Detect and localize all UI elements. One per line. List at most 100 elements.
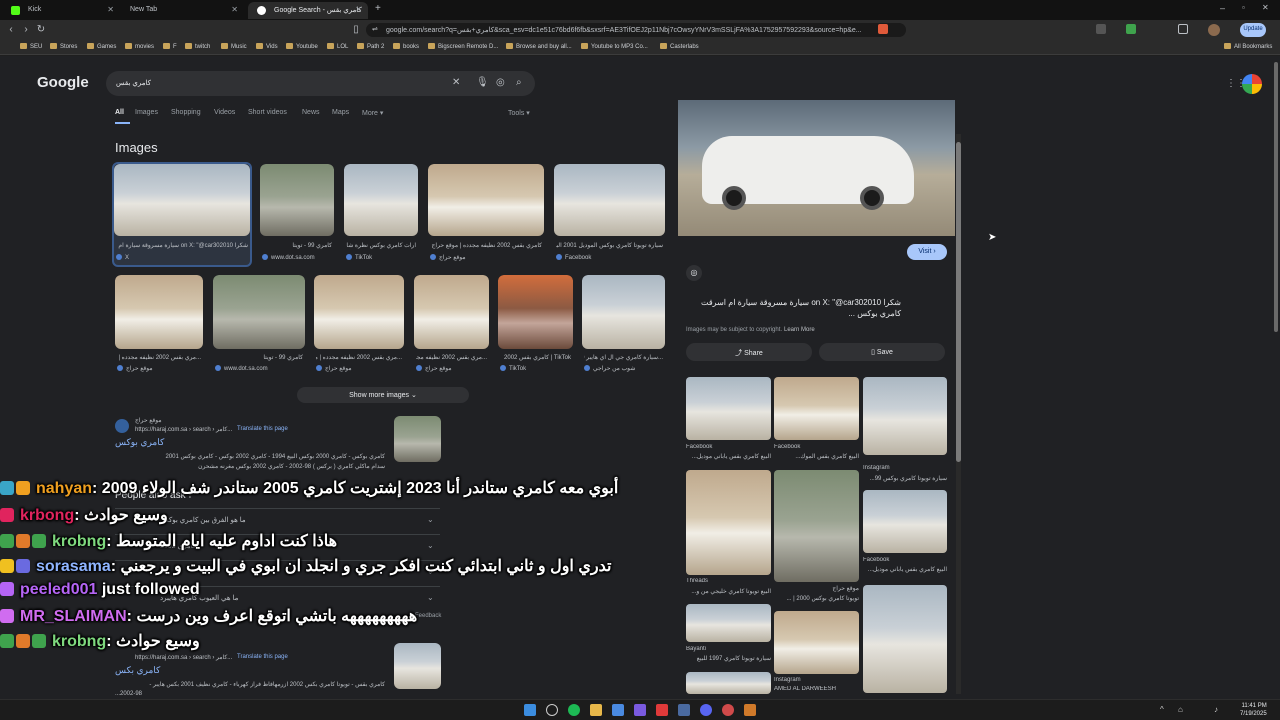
- bookmark-games[interactable]: Games: [87, 43, 116, 50]
- account-avatar[interactable]: [1242, 74, 1262, 94]
- steam-icon[interactable]: [678, 704, 690, 716]
- related-image[interactable]: [686, 377, 771, 440]
- show-more-images-button[interactable]: Show more images ⌄: [297, 387, 469, 403]
- bookmark-browse[interactable]: Browse and buy all...: [506, 43, 572, 50]
- panel-scrollbar[interactable]: [956, 134, 961, 694]
- lens-icon[interactable]: ◎: [496, 77, 505, 88]
- bookmark-seu[interactable]: SEU: [20, 43, 42, 50]
- spotify-icon[interactable]: [568, 704, 580, 716]
- related-image[interactable]: [686, 672, 771, 694]
- chevron-up-icon[interactable]: ^: [1160, 705, 1164, 714]
- close-icon[interactable]: ✕: [231, 5, 238, 14]
- result-thumbnail[interactable]: [394, 416, 441, 462]
- result-url[interactable]: https://haraj.com.sa › search › كامر...: [135, 654, 232, 661]
- close-icon[interactable]: ✕: [355, 5, 362, 14]
- bookmark-casterlabs[interactable]: Casterlabs: [660, 43, 699, 50]
- image-result[interactable]: كامري بقس 2002 نظيفه مجدده | موقع حراج م…: [428, 164, 544, 267]
- related-image[interactable]: [863, 490, 947, 553]
- forward-icon[interactable]: ›: [20, 24, 32, 35]
- extension-icon[interactable]: [1096, 24, 1106, 34]
- lens-icon[interactable]: ◎: [686, 265, 702, 281]
- extension-icon[interactable]: [878, 24, 888, 34]
- extension-icon[interactable]: [1126, 24, 1136, 34]
- network-icon[interactable]: ⌂: [1178, 705, 1183, 714]
- visit-button[interactable]: Visit ›: [907, 244, 947, 260]
- result-title[interactable]: كامري بكس: [115, 665, 160, 676]
- tab-videos[interactable]: Videos: [214, 109, 235, 116]
- app-icon[interactable]: [612, 704, 624, 716]
- related-image[interactable]: [774, 611, 859, 674]
- chevron-down-icon[interactable]: ⌄: [427, 593, 434, 602]
- file-explorer-icon[interactable]: [590, 704, 602, 716]
- volume-icon[interactable]: ♪: [1214, 705, 1218, 714]
- scroll-thumb[interactable]: [1274, 62, 1278, 332]
- page-scrollbar[interactable]: [1273, 56, 1279, 699]
- clock[interactable]: 11:41 PM 7/19/2025: [1240, 702, 1267, 718]
- tab-maps[interactable]: Maps: [332, 109, 349, 116]
- app-icon[interactable]: [722, 704, 734, 716]
- update-button[interactable]: Update: [1240, 23, 1266, 37]
- tab-more[interactable]: More ▾: [362, 109, 383, 117]
- feedback-link[interactable]: Feedback: [415, 613, 441, 619]
- paa-question[interactable]: ما هو الفرق بين كامري بوكس: [160, 516, 246, 524]
- bookmark-stores[interactable]: Stores: [50, 43, 77, 50]
- bookmark-vids[interactable]: Vids: [256, 43, 278, 50]
- result-title[interactable]: كامري بوكس: [115, 437, 164, 448]
- translate-link[interactable]: Translate this page: [237, 654, 288, 660]
- site-info-icon[interactable]: ⇌: [372, 25, 378, 33]
- bookmark-music[interactable]: Music: [221, 43, 247, 50]
- close-icon[interactable]: ✕: [107, 5, 114, 14]
- image-result[interactable]: ...مري بقس 2002 نظيفه مجدده | مو موقع حر…: [314, 275, 404, 375]
- related-image[interactable]: [686, 604, 771, 642]
- bookmark-youtube-mp3[interactable]: Youtube to MP3 Co...: [581, 43, 648, 50]
- bookmark-movies[interactable]: movies: [125, 43, 154, 50]
- image-result[interactable]: TikTok | كامري بقس 2002 TikTok: [498, 275, 573, 375]
- tab-new-tab[interactable]: New Tab ✕: [124, 2, 244, 19]
- bookmark-youtube[interactable]: Youtube: [286, 43, 318, 50]
- share-button[interactable]: ⤴ Share: [686, 343, 812, 361]
- tab-kick[interactable]: Kick ✕: [2, 2, 120, 19]
- search-input[interactable]: كامري بقس ✕ 🎙︎ ◎ ⌕: [106, 71, 535, 96]
- app-icon[interactable]: [744, 704, 756, 716]
- image-result[interactable]: ارات كامري بوكس نظرة شا TikTok: [344, 164, 418, 267]
- tab-shopping[interactable]: Shopping: [171, 109, 201, 116]
- chevron-down-icon[interactable]: ⌄: [427, 515, 434, 524]
- image-result[interactable]: سيارة تويوتا كامري بوكس الموديل 2001 الب…: [554, 164, 665, 267]
- tab-news[interactable]: News: [302, 109, 320, 116]
- image-result[interactable]: ...سيارة كامري جي ال اي هايبر 20 شوب من …: [582, 275, 665, 375]
- clear-icon[interactable]: ✕: [452, 77, 460, 88]
- reload-icon[interactable]: ↻: [35, 24, 47, 35]
- image-result[interactable]: ...مري بقس 2002 نظيفه مجدد موقع حراج: [414, 275, 489, 375]
- minimize-icon[interactable]: –: [1220, 3, 1225, 13]
- windows-start-icon[interactable]: [524, 704, 536, 716]
- related-image[interactable]: [863, 377, 947, 455]
- bookmark-books[interactable]: books: [393, 43, 419, 50]
- google-logo[interactable]: Google: [37, 74, 89, 91]
- bookmark-bigscreen[interactable]: Bigscreen Remote D...: [428, 43, 498, 50]
- tab-short-videos[interactable]: Short videos: [248, 109, 287, 116]
- back-icon[interactable]: ‹: [5, 24, 17, 35]
- discord-icon[interactable]: [700, 704, 712, 716]
- address-bar[interactable]: ⇌ google.com/search?q=كامري+بقس&sca_esv=…: [366, 23, 906, 37]
- translate-link[interactable]: Translate this page: [237, 426, 288, 432]
- chevron-down-icon[interactable]: ⌄: [427, 541, 434, 550]
- bookmark-path-2[interactable]: Path 2: [357, 43, 384, 50]
- result-url[interactable]: https://haraj.com.sa › search › كامر...: [135, 426, 232, 433]
- preview-title[interactable]: شكرا on X: "@car302010 سيارة مسروقة سيار…: [686, 297, 901, 319]
- bookmark-twitch[interactable]: twitch: [185, 43, 210, 50]
- image-result[interactable]: كامري 99 - تويتا www.dot.sa.com: [260, 164, 334, 267]
- related-image[interactable]: [686, 470, 771, 575]
- tab-google-search[interactable]: Google Search - كامري بقس ✕: [248, 2, 368, 19]
- all-bookmarks[interactable]: All Bookmarks: [1224, 43, 1272, 50]
- app-icon[interactable]: [634, 704, 646, 716]
- bookmark-lol[interactable]: LOL: [327, 43, 348, 50]
- brave-icon[interactable]: [656, 704, 668, 716]
- tab-images[interactable]: Images: [135, 109, 158, 116]
- search-icon[interactable]: [546, 704, 558, 716]
- related-image[interactable]: [863, 585, 947, 693]
- search-icon[interactable]: ⌕: [516, 77, 522, 88]
- save-button[interactable]: ▯ Save: [819, 343, 945, 361]
- bookmark-f[interactable]: F: [163, 43, 177, 50]
- mic-icon[interactable]: 🎙︎: [476, 77, 489, 88]
- sidepanel-icon[interactable]: [1178, 24, 1188, 34]
